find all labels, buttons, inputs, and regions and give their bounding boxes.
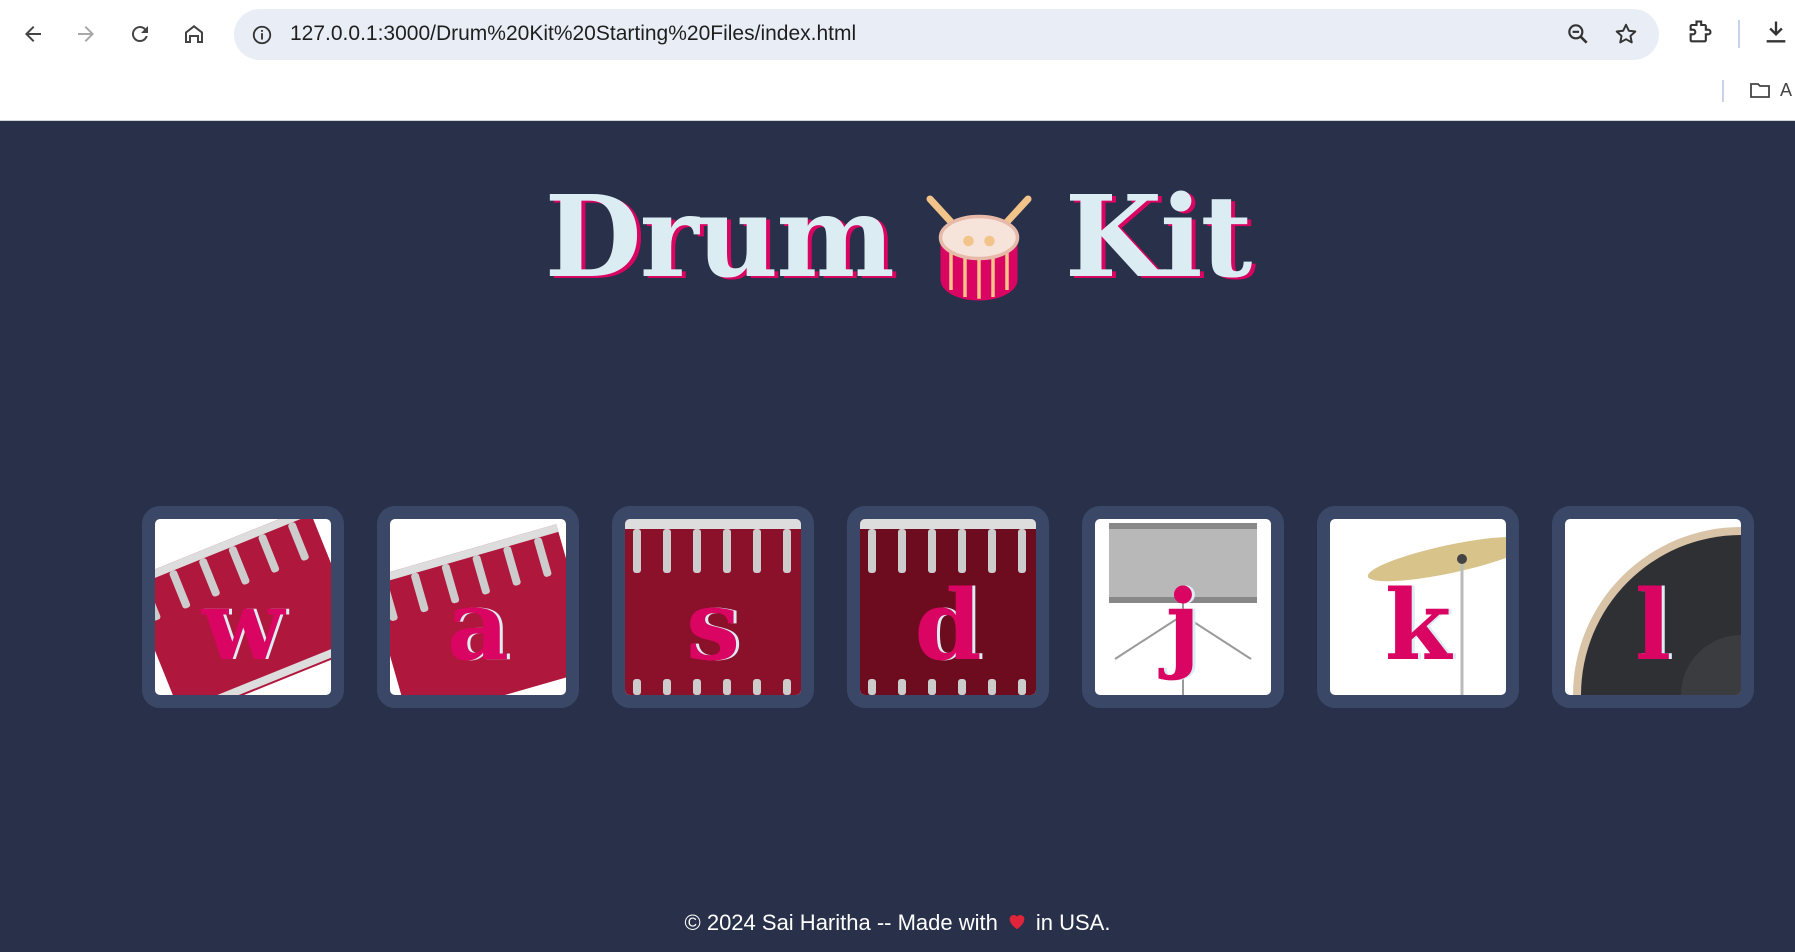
arrow-left-icon — [25, 26, 41, 42]
drum-icon — [923, 192, 1035, 336]
footer-text-start: © 2024 Sai Haritha -- Made with — [684, 910, 998, 935]
folder-icon — [1750, 83, 1770, 98]
drum-button-s[interactable]: s — [612, 506, 814, 708]
drum-key-label: d — [914, 569, 982, 682]
bookmark-star-icon[interactable] — [1613, 21, 1639, 47]
zoom-icon[interactable] — [1565, 21, 1591, 47]
drum-key-label: l — [1634, 569, 1672, 682]
bookmark-folder[interactable]: A — [1748, 78, 1792, 102]
drum-key-label: a — [446, 569, 510, 682]
heart-icon — [1006, 910, 1028, 938]
browser-toolbar: 127.0.0.1:3000/Drum%20Kit%20Starting%20F… — [0, 0, 1795, 121]
back-button[interactable] — [13, 14, 53, 54]
toolbar-divider — [1738, 20, 1740, 48]
extensions-icon[interactable] — [1686, 18, 1714, 46]
drum-key-label: s — [685, 569, 741, 682]
arrow-right-icon — [78, 26, 94, 42]
home-button[interactable] — [174, 14, 214, 54]
page-title: Drum Kit — [0, 168, 1795, 336]
title-kit-text: Kit — [1064, 172, 1253, 303]
drum-button-k[interactable]: k — [1317, 506, 1519, 708]
footer: © 2024 Sai Haritha -- Made with in USA. — [0, 910, 1795, 938]
drum-button-w[interactable]: w — [142, 506, 344, 708]
bookmarks-divider — [1722, 80, 1724, 102]
address-bar[interactable]: 127.0.0.1:3000/Drum%20Kit%20Starting%20F… — [234, 9, 1659, 60]
drum-button-j[interactable]: j — [1082, 506, 1284, 708]
reload-icon — [131, 26, 148, 43]
forward-button[interactable] — [66, 14, 106, 54]
bookmark-folder-label: A — [1780, 79, 1793, 100]
drum-button-a[interactable]: a — [377, 506, 579, 708]
drum-set: wasdjkl — [142, 506, 1754, 708]
url-text[interactable]: 127.0.0.1:3000/Drum%20Kit%20Starting%20F… — [290, 22, 856, 46]
home-icon — [185, 25, 203, 43]
title-drum-text: Drum — [544, 172, 895, 303]
drum-key-label: k — [1384, 569, 1452, 682]
reload-button[interactable] — [120, 14, 160, 54]
footer-text-end: in USA. — [1035, 910, 1111, 935]
drum-key-label: j — [1165, 569, 1201, 682]
drum-button-l[interactable]: l — [1552, 506, 1754, 708]
download-icon[interactable] — [1762, 18, 1790, 46]
site-info-icon[interactable] — [248, 21, 276, 49]
drum-key-label: w — [201, 569, 285, 682]
drum-button-d[interactable]: d — [847, 506, 1049, 708]
